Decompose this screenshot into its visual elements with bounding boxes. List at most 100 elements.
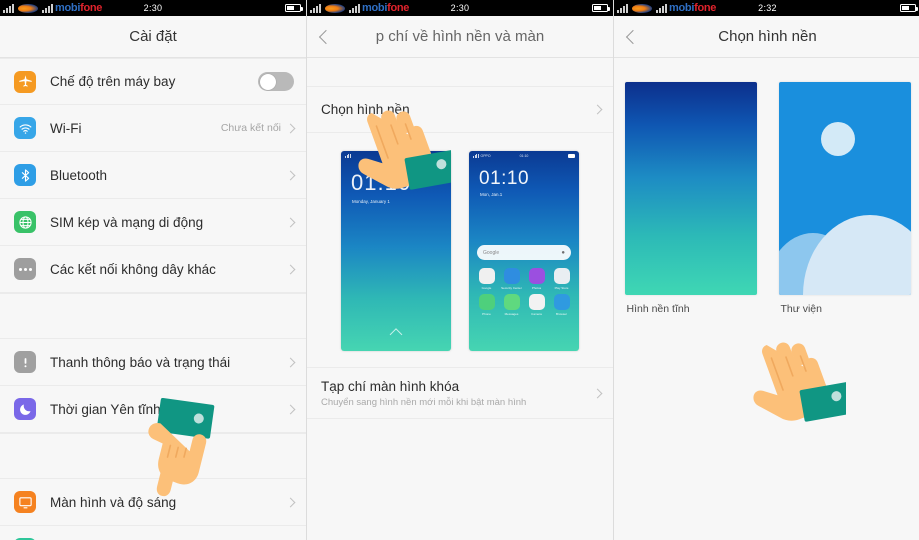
status-bar-clock: 2:30 <box>450 3 470 13</box>
status-bar: mobifone 2:32 <box>614 0 919 16</box>
settings-row-display-brightness[interactable]: Màn hình và độ sáng <box>0 479 306 526</box>
row-lockscreen-magazine[interactable]: Tạp chí màn hình khóa Chuyển sang hình n… <box>307 367 613 419</box>
app-label: Play Store <box>554 286 569 290</box>
bluetooth-icon <box>14 164 36 186</box>
preview-status-bar: OPPO 01:10 <box>469 151 579 160</box>
preview-status-bar <box>341 151 451 160</box>
wallpaper-thumbnail-gallery <box>778 82 911 295</box>
monitor-icon <box>14 491 36 513</box>
chevron-right-icon <box>592 104 603 115</box>
app-grid: Google Security Center Photos Play Store… <box>469 260 579 316</box>
battery-icon <box>592 4 610 12</box>
screen-wallpaper-magazine: mobifone 2:30 p chí về hình nền và màn C… <box>307 0 613 540</box>
app-label: Security Center <box>501 286 522 290</box>
magazine-list-top: Chọn hình nền <box>307 86 613 133</box>
status-bar-clock: 2:32 <box>758 3 777 13</box>
settings-row-wallpaper-magazine[interactable]: Tạp chí về hình nền và màn hình khóa <box>0 526 306 540</box>
tile-label: Thư viện <box>780 303 822 315</box>
app-icon-camera[interactable]: Camera <box>525 294 548 316</box>
app-label: Google <box>481 286 492 290</box>
back-button-icon[interactable] <box>625 29 641 44</box>
battery-icon <box>900 4 918 12</box>
airplane-mode-toggle[interactable] <box>258 72 294 91</box>
back-button-icon[interactable] <box>318 29 334 44</box>
chevron-right-icon <box>285 497 296 507</box>
chevron-right-icon <box>285 264 296 274</box>
chevron-right-icon <box>285 170 296 180</box>
row-subtitle: Chuyển sang hình nền mới mỗi khi bật màn… <box>321 396 527 408</box>
app-label: Photos <box>531 286 542 290</box>
google-search-bar[interactable]: Google ● <box>477 245 571 260</box>
lockscreen-date: Monday, January 1 <box>352 199 390 204</box>
row-label: Chọn hình nền <box>321 102 410 117</box>
page-title: Chọn hình nền <box>718 28 817 45</box>
row-label: Bluetooth <box>50 167 108 183</box>
app-icon-google[interactable]: Google <box>475 268 498 290</box>
app-label: Phone <box>482 312 491 316</box>
wifi-icon <box>14 117 36 139</box>
chevron-right-icon <box>285 217 296 227</box>
battery-icon <box>440 153 447 158</box>
row-label: Wi-Fi <box>50 120 82 136</box>
row-choose-wallpaper[interactable]: Chọn hình nền <box>307 86 613 133</box>
preview-homescreen[interactable]: OPPO 01:10 01:10 Mon, Jan.1 Google ● Goo… <box>469 151 579 351</box>
row-label: Chế độ trên máy bay <box>50 74 176 89</box>
settings-row-notification-bar[interactable]: Thanh thông báo và trạng thái <box>0 339 306 386</box>
chevron-right-icon <box>592 388 603 398</box>
exclamation-icon <box>14 351 36 373</box>
wallpaper-tile-group: Hình nền tĩnh Thư viện <box>614 58 919 315</box>
sun-icon <box>820 122 855 156</box>
wifi-status-value: Chưa kết nối <box>220 122 281 134</box>
row-label: Tạp chí màn hình khóa <box>321 378 460 394</box>
battery-icon <box>285 4 303 12</box>
app-label: Camera <box>531 312 542 316</box>
homescreen-clock: 01:10 <box>479 168 530 189</box>
app-icon-messages[interactable]: Messages <box>500 294 523 316</box>
mic-icon: ● <box>561 249 565 256</box>
app-icon-security-center[interactable]: Security Center <box>500 268 523 290</box>
moon-icon <box>14 398 36 420</box>
wallpaper-preview-group: 01:10 Monday, January 1 OPPO 01:10 01:10… <box>307 133 613 361</box>
settings-row-sim-network[interactable]: SIM kép và mạng di động <box>0 199 306 246</box>
globe-icon <box>14 211 36 233</box>
tile-label: Hình nền tĩnh <box>626 303 690 315</box>
status-bar: mobifone 2:30 <box>307 0 613 16</box>
screen-settings: mobifone 2:30 Cài đặt Chế độ trên máy ba… <box>0 0 306 540</box>
title-bar: Chọn hình nền <box>614 16 919 58</box>
ellipsis-icon <box>14 258 36 280</box>
wallpaper-thumbnail-static <box>624 82 757 295</box>
search-placeholder: Google <box>483 249 500 256</box>
list-group-separator <box>0 293 306 339</box>
homescreen-date: Mon, Jan.1 <box>480 192 503 197</box>
status-bar: mobifone 2:30 <box>0 0 306 16</box>
airplane-icon <box>14 70 36 93</box>
list-group-separator <box>0 433 306 479</box>
title-bar: Cài đặt <box>0 16 306 58</box>
hand-cursor-pointer-up-left <box>742 330 846 440</box>
screenshot-root: mobifone 2:30 Cài đặt Chế độ trên máy ba… <box>0 0 919 540</box>
app-label: Messages <box>504 312 519 316</box>
lockscreen-clock: 01:10 <box>351 170 412 195</box>
preview-lockscreen[interactable]: 01:10 Monday, January 1 <box>341 151 451 351</box>
app-icon-photos[interactable]: Photos <box>525 268 548 290</box>
row-label: SIM kép và mạng di động <box>50 214 204 230</box>
settings-row-quiet-time[interactable]: Thời gian Yên tĩnh <box>0 386 306 433</box>
hill-front-shape <box>802 215 911 295</box>
row-label: Màn hình và độ sáng <box>50 494 177 510</box>
wallpaper-tile-gallery[interactable]: Thư viện <box>778 82 911 315</box>
settings-row-other-wireless[interactable]: Các kết nối không dây khác <box>0 246 306 293</box>
app-icon-phone[interactable]: Phone <box>475 294 498 316</box>
row-text-stack: Tạp chí màn hình khóa Chuyển sang hình n… <box>321 379 526 408</box>
page-title: Cài đặt <box>129 28 177 45</box>
wallpaper-tile-static[interactable]: Hình nền tĩnh <box>624 82 757 315</box>
signal-bars-icon <box>345 153 351 158</box>
app-icon-browser[interactable]: Browser <box>550 294 573 316</box>
settings-row-airplane-mode[interactable]: Chế độ trên máy bay <box>0 58 306 105</box>
settings-row-wifi[interactable]: Wi-Fi Chưa kết nối <box>0 105 306 152</box>
screen-choose-wallpaper: mobifone 2:32 Chọn hình nền Hình nền tĩn… <box>614 0 919 540</box>
chevron-right-icon <box>285 357 296 367</box>
row-label: Thanh thông báo và trạng thái <box>50 354 231 370</box>
row-label: Các kết nối không dây khác <box>50 261 216 277</box>
settings-row-bluetooth[interactable]: Bluetooth <box>0 152 306 199</box>
app-icon-play-store[interactable]: Play Store <box>550 268 573 290</box>
